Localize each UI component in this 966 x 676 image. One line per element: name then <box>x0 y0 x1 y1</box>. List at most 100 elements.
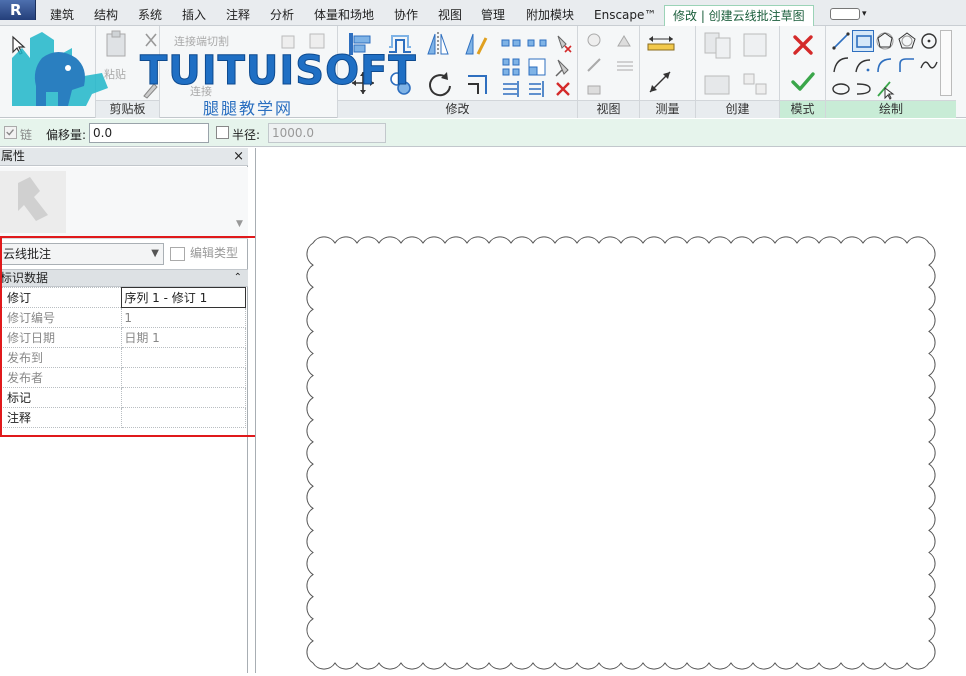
drawing-canvas[interactable] <box>255 148 966 673</box>
param-value[interactable] <box>121 347 246 368</box>
trim-extend-icon[interactable] <box>464 70 492 98</box>
ribbon-dropdown-icon[interactable]: ▾ <box>862 9 867 19</box>
scale-icon[interactable] <box>526 56 548 78</box>
measure-between-references-icon[interactable] <box>646 32 676 54</box>
type-selector-chevron-icon[interactable]: ▼ <box>236 219 243 229</box>
type-filter-dropdown[interactable]: 云线批注 ▼ <box>0 243 164 265</box>
draw-fillet-arc-icon[interactable] <box>896 54 918 76</box>
rotate-icon[interactable] <box>426 70 454 98</box>
linework-icon[interactable] <box>584 54 606 76</box>
param-value[interactable] <box>121 367 246 388</box>
pick-lines-icon[interactable] <box>874 78 896 100</box>
draw-ellipse-icon[interactable] <box>830 78 852 100</box>
draw-circumscribed-polygon-icon[interactable] <box>896 30 918 52</box>
override-graphics-icon[interactable] <box>614 30 636 52</box>
aligned-dimension-icon[interactable] <box>646 68 676 96</box>
table-row: 修订 序列 1 - 修订 1 <box>0 287 246 308</box>
draw-center-ends-arc-icon[interactable] <box>852 54 874 76</box>
tab-analyze[interactable]: 分析 <box>270 6 294 26</box>
split-element-icon[interactable] <box>500 32 522 54</box>
mirror-axis-icon[interactable] <box>424 30 452 58</box>
ribbon-minimize-toggle[interactable] <box>830 8 860 20</box>
watermark-subtitle: 腿腿教学网 <box>203 99 294 118</box>
trim-multiple-icon[interactable] <box>500 78 522 100</box>
draw-tangent-arc-icon[interactable] <box>874 54 896 76</box>
radius-checkbox[interactable] <box>216 126 229 139</box>
tab-structure[interactable]: 结构 <box>94 6 118 26</box>
create-similar-icon[interactable] <box>740 70 772 98</box>
finish-edit-mode-icon[interactable] <box>790 68 816 94</box>
draw-start-end-arc-icon[interactable] <box>830 54 852 76</box>
draw-rectangle-icon[interactable] <box>852 30 874 52</box>
watermark-brand-text: TUITUISOFT <box>140 48 417 95</box>
panel-mode-label: 模式 <box>780 100 825 118</box>
tab-enscape[interactable]: Enscape™ <box>594 6 656 26</box>
panel-create: 创建 <box>696 26 780 118</box>
tab-modify-create-revision-cloud[interactable]: 修改 | 创建云线批注草图 <box>664 5 814 27</box>
param-value[interactable] <box>121 407 246 428</box>
draw-partial-ellipse-icon[interactable] <box>852 78 874 100</box>
mirror-draw-icon[interactable] <box>462 30 490 58</box>
tab-insert[interactable]: 插入 <box>182 6 206 26</box>
chain-checkbox[interactable] <box>4 126 17 139</box>
split-gap-icon[interactable] <box>526 32 548 54</box>
create-group-icon[interactable] <box>702 70 734 98</box>
trim-single-icon[interactable] <box>526 78 548 100</box>
tab-massing-site[interactable]: 体量和场地 <box>314 6 374 26</box>
draw-circle-icon[interactable] <box>918 30 940 52</box>
close-icon[interactable]: × <box>233 148 244 165</box>
tab-addins[interactable]: 附加模块 <box>526 6 574 26</box>
param-value[interactable] <box>121 387 246 408</box>
cancel-edit-mode-icon[interactable] <box>790 32 816 58</box>
application-menu-button[interactable]: R <box>0 0 36 20</box>
paint-icon[interactable] <box>584 78 606 100</box>
param-value[interactable]: 1 <box>121 307 246 328</box>
param-name: 修订编号 <box>0 307 123 328</box>
param-name: 注释 <box>0 407 123 428</box>
table-row: 修订日期 日期 1 <box>0 327 246 348</box>
panel-create-label: 创建 <box>696 100 779 118</box>
properties-title: 属性 <box>1 149 26 163</box>
tab-manage[interactable]: 管理 <box>481 6 505 26</box>
offset-input[interactable]: 0.0 <box>89 123 209 143</box>
draw-inscribed-polygon-icon[interactable] <box>874 30 896 52</box>
panel-measure-label: 测量 <box>640 100 695 118</box>
revision-cloud[interactable] <box>256 148 966 673</box>
draw-line-icon[interactable] <box>830 30 852 52</box>
tab-architecture[interactable]: 建筑 <box>50 6 74 26</box>
radius-input[interactable]: 1000.0 <box>268 123 386 143</box>
section-header-identity-data[interactable]: 标识数据 ⌃ <box>0 269 248 287</box>
radius-label: 半径: <box>232 128 261 142</box>
revision-cloud-outline[interactable] <box>306 236 936 670</box>
panel-draw: 绘制 <box>826 26 956 118</box>
create-parts-icon[interactable] <box>740 30 772 60</box>
type-filter-value: 云线批注 <box>3 247 52 261</box>
table-row: 注释 <box>0 407 246 428</box>
section-title: 标识数据 <box>0 271 49 285</box>
array-icon[interactable] <box>500 56 522 78</box>
param-name: 修订日期 <box>0 327 123 348</box>
delete-icon[interactable] <box>552 78 574 100</box>
collapse-icon[interactable]: ⌃ <box>234 270 242 286</box>
draw-gallery-scrollbar[interactable] <box>940 30 952 96</box>
cope-label[interactable]: 连接端切割 <box>174 33 229 49</box>
tab-view[interactable]: 视图 <box>438 6 462 26</box>
panel-draw-label: 绘制 <box>826 100 956 118</box>
panel-modify-label: 修改 <box>338 100 577 118</box>
tab-systems[interactable]: 系统 <box>138 6 162 26</box>
unpin-icon[interactable] <box>552 32 574 54</box>
line-style-icon[interactable] <box>614 54 636 76</box>
param-name: 修订 <box>0 287 123 308</box>
tab-collaborate[interactable]: 协作 <box>394 6 418 26</box>
param-value[interactable]: 日期 1 <box>121 327 246 348</box>
hide-element-icon[interactable] <box>584 30 606 52</box>
pin-icon[interactable] <box>552 56 574 78</box>
create-assembly-icon[interactable] <box>702 30 734 60</box>
draw-spline-icon[interactable] <box>918 54 940 76</box>
chain-label: 链 <box>20 128 33 142</box>
edit-type-button[interactable]: 编辑类型 <box>168 244 238 264</box>
param-value[interactable]: 序列 1 - 修订 1 <box>121 287 246 308</box>
tab-annotate[interactable]: 注释 <box>226 6 250 26</box>
table-row: 标记 <box>0 387 246 408</box>
type-selector-preview[interactable]: ▼ <box>0 167 248 239</box>
